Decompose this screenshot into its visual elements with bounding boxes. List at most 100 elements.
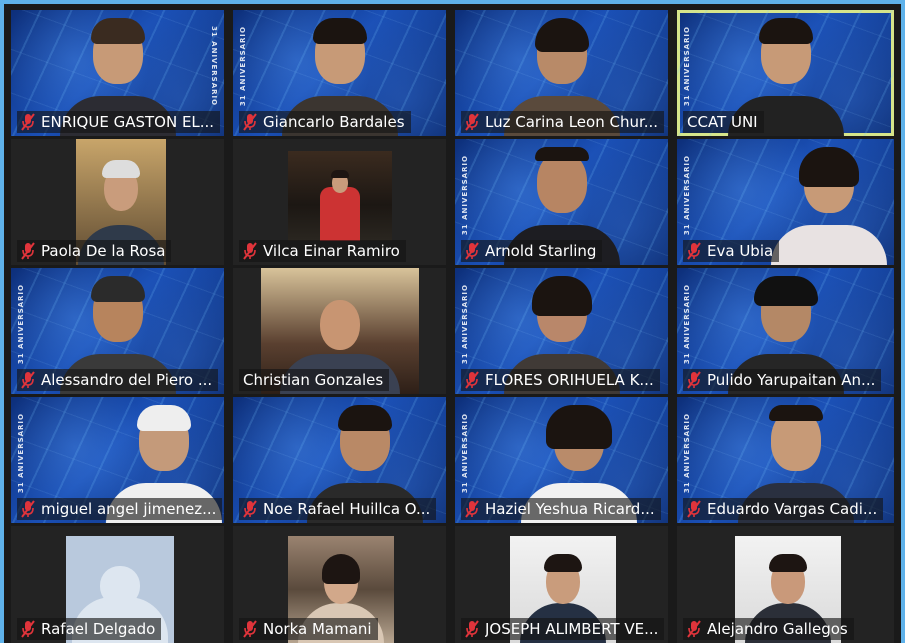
participant-name-tag: Eva Ubia (683, 240, 780, 262)
participant-name-tag: JOSEPH ALIMBERT VE... (461, 618, 665, 640)
participant-name-tag: ENRIQUE GASTON EL... (17, 111, 221, 133)
mic-muted-icon (243, 242, 257, 260)
participant-video (738, 405, 855, 523)
participant-video (520, 405, 637, 523)
participant-tile[interactable]: 31 ANIVERSARIO Eva Ubia (677, 139, 894, 265)
anniversary-badge: 31 ANIVERSARIO (461, 284, 469, 365)
participant-video (770, 147, 887, 265)
participant-name: Alejandro Gallegos (707, 620, 848, 638)
participant-name-tag: Noe Rafael Huillca O... (239, 498, 437, 520)
participant-name-tag: CCAT UNI (683, 111, 764, 133)
mic-muted-icon (687, 242, 701, 260)
anniversary-badge: 31 ANIVERSARIO (461, 155, 469, 236)
participant-tile[interactable]: Christian Gonzales (233, 268, 446, 394)
participant-name: Haziel Yeshua Ricard... (485, 500, 655, 518)
participant-tile[interactable]: 31 ANIVERSARIO Haziel Yeshua Ricard... (455, 397, 668, 523)
participant-tile[interactable]: Rafael Delgado (11, 526, 224, 643)
participant-name: CCAT UNI (687, 113, 758, 131)
participant-name-tag: Haziel Yeshua Ricard... (461, 498, 661, 520)
participant-name-tag: Rafael Delgado (17, 618, 162, 640)
mic-muted-icon (21, 500, 35, 518)
participant-video (281, 18, 398, 136)
participant-video (106, 405, 223, 523)
participant-name: Luz Carina Leon Chur... (485, 113, 659, 131)
participant-name: Eduardo Vargas Cadi... (707, 500, 878, 518)
mic-muted-icon (21, 113, 35, 131)
participant-name-tag: Luz Carina Leon Chur... (461, 111, 665, 133)
participant-video (727, 276, 844, 394)
anniversary-badge: 31 ANIVERSARIO (210, 26, 218, 107)
participant-name: Eva Ubia (707, 242, 774, 260)
participant-name-tag: Eduardo Vargas Cadi... (683, 498, 884, 520)
participant-tile[interactable]: Alejandro Gallegos (677, 526, 894, 643)
mic-muted-icon (21, 242, 35, 260)
participant-name: JOSEPH ALIMBERT VE... (485, 620, 659, 638)
participant-name-tag: Alejandro Gallegos (683, 618, 854, 640)
participant-name: Pulido Yarupaitan An... (707, 371, 876, 389)
participant-name-tag: Vilca Einar Ramiro (239, 240, 406, 262)
participant-tile[interactable]: 31 ANIVERSARIO Pulido Yarupaitan An... (677, 268, 894, 394)
participant-name: Arnold Starling (485, 242, 597, 260)
anniversary-badge: 31 ANIVERSARIO (683, 155, 691, 236)
participant-tile[interactable]: 31 ANIVERSARIO Giancarlo Bardales (233, 10, 446, 136)
participant-name: Noe Rafael Huillca O... (263, 500, 431, 518)
mic-muted-icon (21, 620, 35, 638)
participant-name: Norka Mamani (263, 620, 372, 638)
participant-name-tag: Paola De la Rosa (17, 240, 172, 262)
participant-name: miguel angel jimenez... (41, 500, 217, 518)
participant-name: FLORES ORIHUELA K... (485, 371, 654, 389)
participant-tile[interactable]: Noe Rafael Huillca O... (233, 397, 446, 523)
mic-muted-icon (687, 371, 701, 389)
anniversary-badge: 31 ANIVERSARIO (17, 284, 25, 365)
mic-muted-icon (465, 113, 479, 131)
participant-tile[interactable]: 31 ANIVERSARIO miguel angel jimenez... (11, 397, 224, 523)
mic-muted-icon (465, 371, 479, 389)
participant-tile[interactable]: Norka Mamani (233, 526, 446, 643)
mic-muted-icon (687, 620, 701, 638)
participant-name-tag: Arnold Starling (461, 240, 603, 262)
participant-video (307, 405, 424, 523)
mic-muted-icon (243, 620, 257, 638)
participant-name: Paola De la Rosa (41, 242, 166, 260)
participant-name: Christian Gonzales (243, 371, 384, 389)
participant-tile[interactable]: JOSEPH ALIMBERT VE... (455, 526, 668, 643)
mic-muted-icon (465, 500, 479, 518)
participant-name: Giancarlo Bardales (263, 113, 405, 131)
participant-tile[interactable]: 31 ANIVERSARIO Eduardo Vargas Cadi... (677, 397, 894, 523)
participant-video (727, 18, 844, 136)
participant-name: Alessandro del Piero ... (41, 371, 213, 389)
participant-video (503, 276, 620, 394)
participant-name-tag: FLORES ORIHUELA K... (461, 369, 660, 391)
mic-muted-icon (687, 500, 701, 518)
anniversary-badge: 31 ANIVERSARIO (239, 26, 247, 107)
participant-name: Rafael Delgado (41, 620, 156, 638)
participant-tile[interactable]: 31 ANIVERSARIO ENRIQUE GASTON EL... (11, 10, 224, 136)
mic-muted-icon (243, 113, 257, 131)
participant-tile[interactable]: 31 ANIVERSARIO Alessandro del Piero ... (11, 268, 224, 394)
anniversary-badge: 31 ANIVERSARIO (683, 26, 691, 107)
participant-name: ENRIQUE GASTON EL... (41, 113, 215, 131)
participant-video (288, 151, 392, 241)
participant-name-tag: Giancarlo Bardales (239, 111, 411, 133)
participant-tile[interactable]: Luz Carina Leon Chur... (455, 10, 668, 136)
participant-tile[interactable]: Vilca Einar Ramiro (233, 139, 446, 265)
anniversary-badge: 31 ANIVERSARIO (17, 413, 25, 494)
anniversary-badge: 31 ANIVERSARIO (683, 284, 691, 365)
participant-name-tag: Pulido Yarupaitan An... (683, 369, 882, 391)
participant-video (503, 18, 620, 136)
participant-tile[interactable]: Paola De la Rosa (11, 139, 224, 265)
participant-name-tag: Norka Mamani (239, 618, 378, 640)
participant-name: Vilca Einar Ramiro (263, 242, 400, 260)
participant-tile-active-speaker[interactable]: 31 ANIVERSARIO CCAT UNI (677, 10, 894, 136)
video-gallery: 31 ANIVERSARIO ENRIQUE GASTON EL... 31 A… (4, 4, 901, 643)
mic-muted-icon (465, 620, 479, 638)
participant-name-tag: miguel angel jimenez... (17, 498, 223, 520)
participant-tile[interactable]: 31 ANIVERSARIO Arnold Starling (455, 139, 668, 265)
participant-video (59, 276, 176, 394)
anniversary-badge: 31 ANIVERSARIO (683, 413, 691, 494)
participant-video (59, 18, 176, 136)
mic-muted-icon (21, 371, 35, 389)
participant-tile[interactable]: 31 ANIVERSARIO FLORES ORIHUELA K... (455, 268, 668, 394)
participant-video (503, 147, 620, 265)
participant-name-tag: Christian Gonzales (239, 369, 390, 391)
